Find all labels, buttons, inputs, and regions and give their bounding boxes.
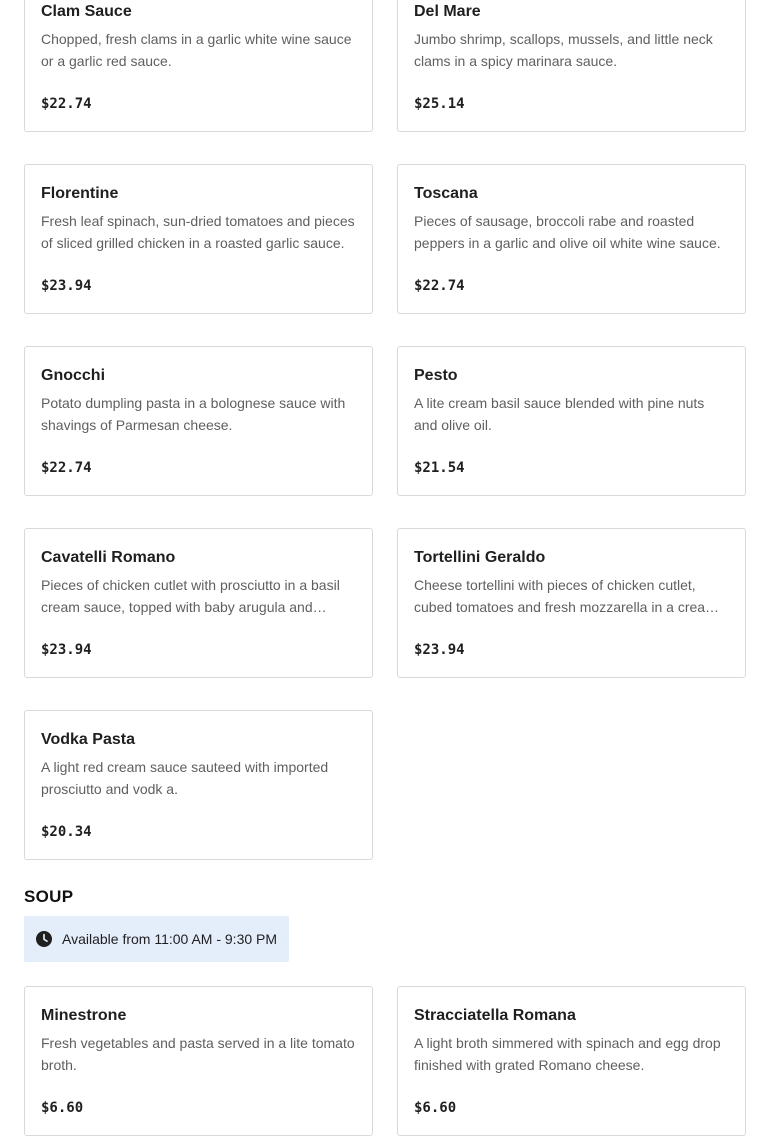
menu-item-card[interactable]: Cavatelli Romano Pieces of chicken cutle… — [24, 528, 373, 678]
menu-item-card[interactable]: Stracciatella Romana A light broth simme… — [397, 986, 746, 1136]
item-price: $20.34 — [41, 824, 92, 840]
item-price: $6.60 — [414, 1100, 457, 1116]
item-description: A lite cream basil sauce blended with pi… — [414, 395, 705, 433]
item-price: $22.74 — [41, 96, 92, 112]
menu-item-card[interactable]: Clam Sauce Chopped, fresh clams in a gar… — [24, 0, 373, 132]
item-description: Cheese tortellini with pieces of chicken… — [414, 577, 717, 615]
item-name: Del Mare — [414, 3, 481, 20]
item-name: Stracciatella Romana — [414, 1007, 576, 1024]
item-description: Pieces of sausage, broccoli rabe and roa… — [414, 213, 721, 251]
item-name: Minestrone — [41, 1007, 127, 1024]
clock-icon — [36, 931, 52, 947]
item-description: Pieces of chicken cutlet with prosciutto… — [41, 577, 340, 615]
item-description: Chopped, fresh clams in a garlic white w… — [41, 31, 352, 69]
item-price: $23.94 — [414, 642, 465, 658]
item-description: A light red cream sauce sauteed with imp… — [41, 759, 329, 797]
item-name: Tortellini Geraldo — [414, 549, 546, 566]
item-name: Gnocchi — [41, 367, 106, 384]
item-price: $6.60 — [41, 1100, 84, 1116]
menu-item-card[interactable]: Tortellini Geraldo Cheese tortellini wit… — [397, 528, 746, 678]
menu-item-card[interactable]: Del Mare Jumbo shrimp, scallops, mussels… — [397, 0, 746, 132]
menu-item-card[interactable]: Minestrone Fresh vegetables and pasta se… — [24, 986, 373, 1136]
availability-text: Available from 11:00 AM - 9:30 PM — [62, 931, 278, 947]
item-description: Fresh leaf spinach, sun-dried tomatoes a… — [41, 213, 355, 251]
item-description: Potato dumpling pasta in a bolognese sau… — [41, 395, 346, 433]
item-description: Jumbo shrimp, scallops, mussels, and lit… — [414, 31, 713, 69]
menu-item-card[interactable]: Florentine Fresh leaf spinach, sun-dried… — [24, 164, 373, 314]
item-price: $23.94 — [41, 278, 92, 294]
availability-banner: Available from 11:00 AM - 9:30 PM — [24, 916, 290, 962]
item-name: Vodka Pasta — [41, 731, 135, 748]
item-price: $25.14 — [414, 96, 465, 112]
item-name: Cavatelli Romano — [41, 549, 176, 566]
item-description: Fresh vegetables and pasta served in a l… — [41, 1035, 355, 1073]
menu-item-card[interactable]: Toscana Pieces of sausage, broccoli rabe… — [397, 164, 746, 314]
item-price: $22.74 — [414, 278, 465, 294]
item-price: $21.54 — [414, 460, 465, 476]
menu-item-card[interactable]: Pesto A lite cream basil sauce blended w… — [397, 346, 746, 496]
pasta-grid: Clam Sauce Chopped, fresh clams in a gar… — [24, 0, 746, 860]
item-price: $22.74 — [41, 460, 92, 476]
menu-container: Clam Sauce Chopped, fresh clams in a gar… — [24, 0, 746, 1136]
item-name: Florentine — [41, 185, 119, 202]
menu-item-card[interactable]: Vodka Pasta A light red cream sauce saut… — [24, 710, 373, 860]
item-name: Pesto — [414, 367, 458, 384]
item-price: $23.94 — [41, 642, 92, 658]
item-name: Clam Sauce — [41, 3, 132, 20]
section-title-soup: SOUP — [24, 887, 74, 906]
soup-grid: Minestrone Fresh vegetables and pasta se… — [24, 986, 746, 1136]
item-description: A light broth simmered with spinach and … — [414, 1035, 721, 1073]
menu-item-card[interactable]: Gnocchi Potato dumpling pasta in a bolog… — [24, 346, 373, 496]
item-name: Toscana — [414, 185, 478, 202]
